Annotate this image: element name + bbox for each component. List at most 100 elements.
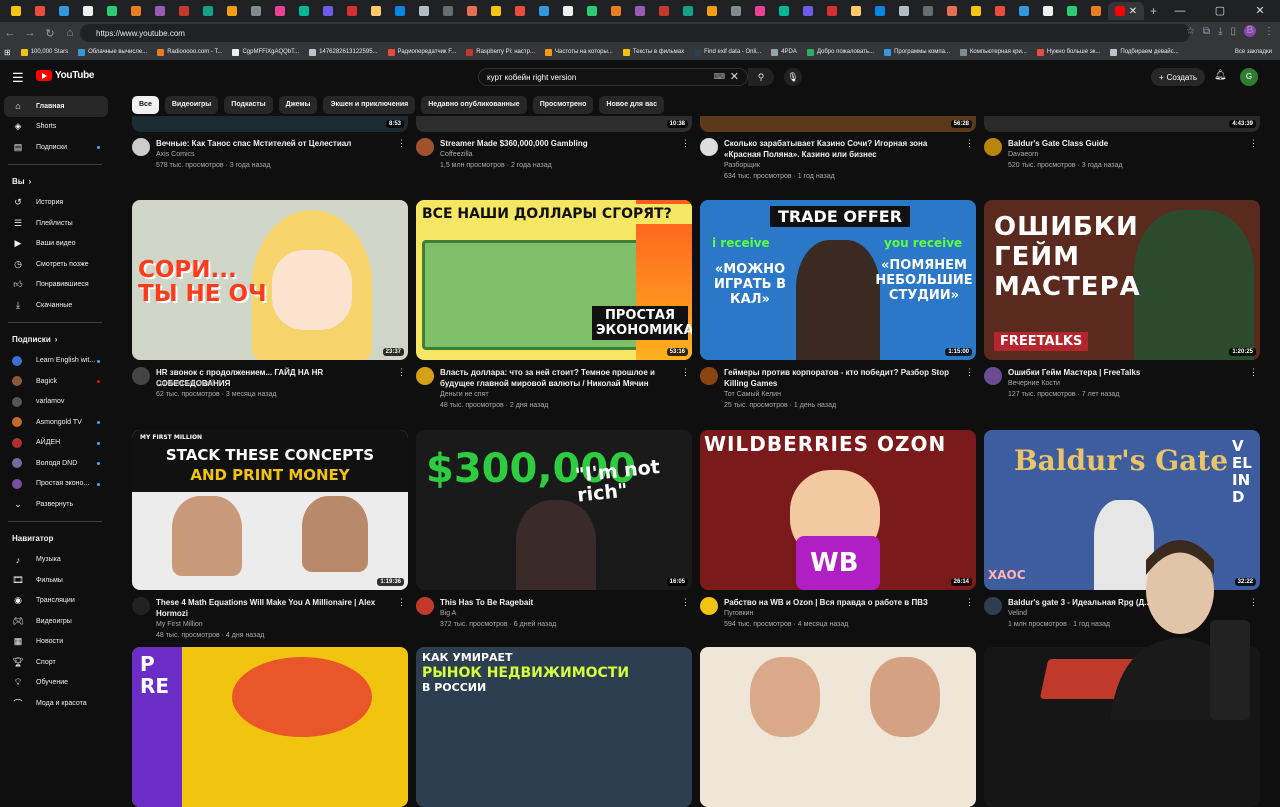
bookmark-item[interactable]: Подбираем девайс... (1110, 48, 1179, 56)
sidebar-item[interactable]: ⌂ Главная (4, 96, 108, 117)
sidebar-item[interactable]: 👍︎ Понравившиеся (0, 275, 112, 296)
sidebar-item[interactable]: 🎮︎ Видеоигры (0, 611, 112, 632)
browser-tab[interactable] (916, 2, 940, 20)
bookmark-item[interactable]: Радиопередатчик F... (387, 48, 456, 56)
video-thumbnail[interactable]: ВСЕ НАШИ ДОЛЛАРЫ СГОРЯТ? ПРОСТАЯ ЭКОНОМИК… (416, 200, 692, 360)
bookmark-item[interactable]: Тексты в фильмах (622, 48, 684, 56)
video-title[interactable]: Вечные: Как Танос спас Мстителей от Целе… (156, 138, 396, 149)
browser-tab[interactable] (748, 2, 772, 20)
channel-avatar[interactable] (700, 138, 718, 156)
video-title[interactable]: Власть доллара: что за ней стоит? Темное… (440, 367, 680, 389)
channel-avatar[interactable] (700, 367, 718, 385)
bookmark-item[interactable]: Программы компа... (884, 48, 950, 56)
channel-name[interactable]: Разборщик (724, 162, 760, 169)
filter-chip[interactable]: Недавно опубликованные (421, 96, 527, 114)
channel-name[interactable]: Coffeezilla (440, 151, 473, 158)
browser-tab[interactable] (364, 2, 388, 20)
more-options-icon[interactable]: ⋮ (965, 367, 974, 378)
browser-tab[interactable] (988, 2, 1012, 20)
filter-chip[interactable]: Просмотрено (532, 96, 594, 114)
channel-name[interactable]: Деньги не спят (440, 391, 489, 398)
bookmark-item[interactable]: Компьютерная кри... (959, 48, 1027, 56)
back-icon[interactable]: ← (0, 27, 20, 39)
browser-tab[interactable] (532, 2, 556, 20)
browser-tab[interactable] (1036, 2, 1060, 20)
browser-tab[interactable] (652, 2, 676, 20)
sidebar-item[interactable]: ◉ Трансляции (0, 591, 112, 612)
more-options-icon[interactable]: ⋮ (1249, 138, 1258, 149)
browser-tab[interactable] (244, 2, 268, 20)
sidebar-item[interactable]: ♪ Музыка (0, 550, 112, 571)
more-options-icon[interactable]: ⋮ (965, 138, 974, 149)
browser-tab[interactable] (316, 2, 340, 20)
video-thumbnail[interactable] (700, 647, 976, 807)
channel-name[interactable]: Davaeorn (1008, 151, 1038, 158)
browser-tab[interactable] (1060, 2, 1084, 20)
filter-chip[interactable]: Подкасты (224, 96, 273, 114)
more-options-icon[interactable]: ⋮ (681, 138, 690, 149)
browser-tab[interactable] (196, 2, 220, 20)
video-title[interactable]: This Has To Be Ragebait (440, 597, 680, 608)
browser-tab[interactable] (580, 2, 604, 20)
channel-avatar[interactable] (132, 138, 150, 156)
video-title[interactable]: These 4 Math Equations Will Make You A M… (156, 597, 396, 619)
more-options-icon[interactable]: ⋮ (681, 367, 690, 378)
sidebar-item[interactable]: ▦ Новости (0, 632, 112, 653)
bookmark-item[interactable]: 4PDA (771, 48, 797, 56)
close-window-icon[interactable]: ✕ (1240, 0, 1280, 22)
bookmark-item[interactable]: Нужно больше эк... (1036, 48, 1100, 56)
sidebar-item[interactable]: ◷ Смотреть позже (0, 254, 112, 275)
channel-avatar[interactable] (984, 597, 1002, 615)
voice-search-button[interactable]: 🎙︎ (784, 68, 802, 86)
browser-tab[interactable] (868, 2, 892, 20)
browser-tab[interactable] (1084, 2, 1108, 20)
sidebar-subscription[interactable]: Простая эконо... (0, 474, 112, 495)
new-tab-icon[interactable]: + (1150, 4, 1157, 18)
bookmark-item[interactable]: 100,000 Stars (20, 48, 68, 56)
browser-tab[interactable] (28, 2, 52, 20)
channel-name[interactable]: Одноглазый Змей (156, 380, 214, 387)
sidebar-subscription[interactable]: Bagick (0, 371, 112, 392)
browser-tab[interactable] (508, 2, 532, 20)
browser-tab[interactable] (724, 2, 748, 20)
browser-tab[interactable] (220, 2, 244, 20)
clear-search-icon[interactable]: ✕ (730, 70, 739, 83)
browser-tab[interactable] (148, 2, 172, 20)
video-thumbnail[interactable]: КАК УМИРАЕТ РЫНОК НЕДВИЖИМОСТИ В РОССИИ (416, 647, 692, 807)
sidebar-subscription[interactable]: Learn English wit... (0, 351, 112, 372)
channel-avatar[interactable] (984, 367, 1002, 385)
video-title[interactable]: Ошибки Гейм Мастера | FreeTalks (1008, 367, 1248, 378)
browser-tab-active[interactable]: ✕ (1108, 2, 1144, 20)
channel-avatar[interactable] (132, 367, 150, 385)
video-thumbnail[interactable]: ОШИБКИ ГЕЙМ МАСТЕРА FREETALKS 1:20:25 (984, 200, 1260, 360)
browser-tab[interactable] (556, 2, 580, 20)
sidebar-item[interactable]: 🎞︎ Фильмы (0, 570, 112, 591)
channel-avatar[interactable] (984, 138, 1002, 156)
sidebar-item[interactable]: 🏆︎ Спорт (0, 652, 112, 673)
video-title[interactable]: Сколько зарабатывает Казино Сочи? Игорна… (724, 138, 964, 160)
bookmark-item[interactable]: Radiooooo.com - T... (157, 48, 222, 56)
sidebar-panel-icon[interactable]: ▯ (1230, 26, 1236, 37)
video-thumbnail[interactable]: $300,000 "I'm not rich" 16:05 (416, 430, 692, 590)
filter-chip[interactable]: Новое для вас (599, 96, 664, 114)
more-options-icon[interactable]: ⋮ (965, 597, 974, 608)
bookmark-item[interactable]: Find exif data - Onli... (694, 48, 761, 56)
expand-button[interactable]: ⌄ Развернуть (0, 494, 112, 515)
create-button[interactable]: + Создать (1151, 68, 1205, 86)
bookmark-item[interactable]: Добро пожаловать... (806, 48, 874, 56)
sidebar-item[interactable]: ▶ Ваши видео (0, 234, 112, 255)
video-thumbnail[interactable]: 8:53 (132, 116, 408, 132)
channel-name[interactable]: Big A (440, 610, 456, 617)
channel-name[interactable]: Тот Самый Келин (724, 391, 781, 398)
bookmark-item[interactable]: 1476282613122595... (309, 48, 378, 56)
bookmark-item[interactable]: Облачные вычисле... (78, 48, 147, 56)
video-thumbnail[interactable]: PRE (132, 647, 408, 807)
channel-avatar[interactable] (416, 138, 434, 156)
browser-tab[interactable] (772, 2, 796, 20)
sidebar-item[interactable]: ↺ История (0, 193, 112, 214)
browser-tab[interactable] (844, 2, 868, 20)
all-bookmarks-link[interactable]: Все закладки (1235, 44, 1272, 60)
browser-tab[interactable] (796, 2, 820, 20)
browser-tab[interactable] (628, 2, 652, 20)
filter-chip[interactable]: Видеоигры (164, 96, 219, 114)
